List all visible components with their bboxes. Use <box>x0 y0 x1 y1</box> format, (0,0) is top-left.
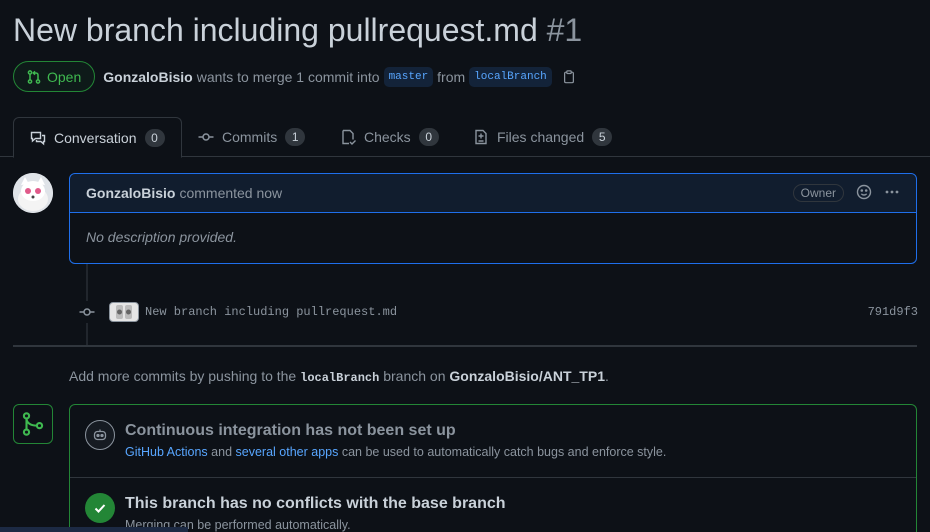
tab-count: 1 <box>285 128 306 146</box>
kebab-horizontal-icon[interactable] <box>884 184 900 203</box>
tab-files-changed[interactable]: Files changed 5 <box>473 117 613 157</box>
tab-count: 0 <box>418 128 439 146</box>
tab-commits[interactable]: Commits 1 <box>198 117 306 157</box>
copy-icon[interactable] <box>562 69 576 84</box>
tab-checks[interactable]: Checks 0 <box>340 117 439 157</box>
ci-text-1: and <box>211 445 233 459</box>
merge-text-2: from <box>437 68 466 85</box>
comment-box: GonzaloBisio commented now Owner No desc… <box>69 173 917 264</box>
merge-text-1: wants to merge 1 commit into <box>196 68 380 85</box>
github-avatar-icon[interactable] <box>109 302 139 322</box>
comment-author-link[interactable]: GonzaloBisio <box>86 185 175 201</box>
tab-label: Checks <box>364 129 411 145</box>
comment-discussion-icon <box>30 131 46 145</box>
hint-branch: localBranch <box>300 371 380 385</box>
comment-time[interactable]: commented now <box>179 185 282 201</box>
ci-text-2: can be used to automatically catch bugs … <box>341 445 667 459</box>
head-branch-label[interactable]: localBranch <box>469 66 552 87</box>
pr-tabs: Conversation 0 Commits 1 Checks 0 Files … <box>0 117 930 158</box>
git-merge-icon <box>13 404 53 444</box>
git-commit-icon <box>198 133 214 141</box>
ci-section: Continuous integration has not been set … <box>70 405 916 477</box>
hint-middle: branch on <box>383 368 446 384</box>
timeline-divider <box>13 345 917 347</box>
check-icon <box>85 493 115 523</box>
smiley-icon[interactable] <box>856 184 872 203</box>
conflicts-section: This branch has no conflicts with the ba… <box>70 477 916 532</box>
hint-prefix: Add more commits by pushing to the <box>69 368 297 384</box>
git-commit-icon <box>76 301 98 323</box>
commit-row: New branch including pullrequest.md 791d… <box>76 300 918 324</box>
state-label: Open <box>47 68 82 85</box>
tab-conversation[interactable]: Conversation 0 <box>13 117 182 158</box>
github-actions-link[interactable]: GitHub Actions <box>125 445 208 459</box>
comment-body: No description provided. <box>86 229 237 245</box>
tab-count: 0 <box>144 128 165 147</box>
hint-repo-link[interactable]: GonzaloBisio/ANT_TP1 <box>449 368 605 384</box>
tab-label: Conversation <box>54 129 137 146</box>
owner-badge: Owner <box>792 184 844 202</box>
state-badge: Open <box>13 61 96 92</box>
git-pull-request-icon <box>27 69 41 84</box>
pr-author-link[interactable]: GonzaloBisio <box>103 69 192 85</box>
conflicts-title: This branch has no conflicts with the ba… <box>125 495 506 512</box>
base-branch-label[interactable]: master <box>383 66 434 87</box>
checklist-icon <box>342 129 356 145</box>
pr-title-text: New branch including pullrequest.md <box>13 12 538 48</box>
comment-header: GonzaloBisio commented now Owner <box>70 174 916 213</box>
pr-title: New branch including pullrequest.md #1 <box>13 12 582 49</box>
file-diff-icon <box>475 129 487 145</box>
avatar[interactable] <box>13 173 53 213</box>
tab-label: Files changed <box>497 129 585 145</box>
other-apps-link[interactable]: several other apps <box>236 445 339 459</box>
ci-subtitle: GitHub Actions and several other apps ca… <box>125 445 666 459</box>
commit-message-link[interactable]: New branch including pullrequest.md <box>145 305 397 319</box>
pr-meta: Open GonzaloBisio wants to merge 1 commi… <box>13 61 576 92</box>
tab-label: Commits <box>222 129 278 145</box>
merge-box: Continuous integration has not been set … <box>69 404 917 532</box>
browser-status-bar <box>0 527 188 532</box>
pr-number: #1 <box>546 12 583 48</box>
commit-sha-link[interactable]: 791d9f3 <box>868 305 918 319</box>
ci-title: Continuous integration has not been set … <box>125 422 456 439</box>
push-hint: Add more commits by pushing to the local… <box>69 368 609 385</box>
robot-icon <box>85 420 115 450</box>
hint-suffix: . <box>604 368 609 384</box>
tab-count: 5 <box>592 128 613 146</box>
